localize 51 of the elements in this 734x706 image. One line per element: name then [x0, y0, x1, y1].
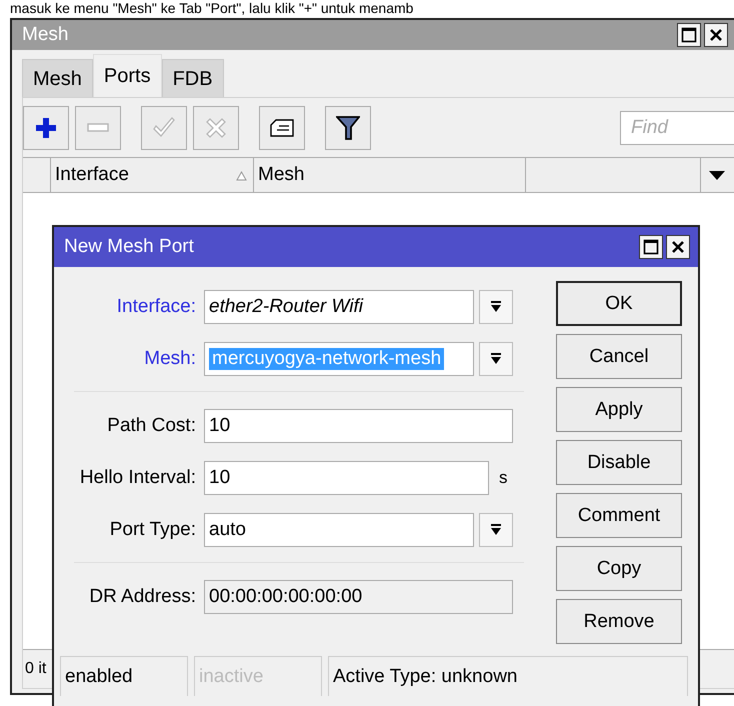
dropdown-button[interactable]	[479, 342, 513, 376]
dialog-title: New Mesh Port	[64, 236, 194, 258]
caret-icon	[709, 170, 725, 180]
field-label: DR Address:	[88, 586, 197, 608]
field-label: Hello Interval:	[78, 467, 197, 489]
note-icon	[269, 118, 295, 138]
filter-icon	[336, 115, 360, 141]
toolbar-button[interactable]	[259, 106, 305, 150]
field-label: Port Type:	[108, 519, 197, 541]
dialog-button[interactable]: Comment	[556, 493, 682, 538]
maximize-icon[interactable]	[677, 23, 701, 47]
x-mark-icon	[205, 117, 227, 139]
plus-icon	[34, 116, 58, 140]
dropdown-field[interactable]: auto	[204, 513, 474, 547]
check-icon	[152, 117, 176, 139]
field-label: Path Cost:	[106, 415, 197, 437]
arrow-down-icon	[489, 300, 503, 314]
dropdown-button[interactable]	[479, 290, 513, 324]
dialog-button[interactable]: OK	[556, 281, 682, 326]
maximize-icon[interactable]	[639, 235, 663, 259]
tab[interactable]: Mesh	[22, 59, 93, 97]
page-text: masuk ke menu "Mesh" ke Tab "Port", lalu klik "+" untuk menamb	[9, 0, 414, 18]
tab[interactable]: Ports	[92, 54, 162, 98]
find-field[interactable]: Find	[620, 111, 734, 145]
column-header[interactable]: Mesh	[254, 158, 526, 192]
close-icon[interactable]	[704, 23, 728, 47]
dropdown-button[interactable]	[479, 513, 513, 547]
arrow-down-icon	[489, 352, 503, 366]
input-field: 00:00:00:00:00:00	[204, 580, 513, 614]
minus-icon	[86, 122, 110, 134]
field-label: Interface:	[116, 296, 197, 318]
dialog-button[interactable]: Remove	[556, 599, 682, 644]
column-header[interactable]: Interface	[51, 158, 254, 192]
item-count: 0 it	[25, 660, 46, 678]
dialog-button[interactable]: Cancel	[556, 334, 682, 379]
input-field[interactable]: 10	[204, 461, 489, 495]
dialog-button[interactable]: Apply	[556, 387, 682, 432]
toolbar-button[interactable]	[23, 106, 69, 150]
window-title: Mesh	[22, 24, 68, 46]
tab[interactable]: FDB	[162, 59, 224, 97]
dialog-button[interactable]: Copy	[556, 546, 682, 591]
field-label: Mesh:	[143, 348, 197, 370]
unit-label: s	[499, 468, 508, 488]
dropdown-field[interactable]: ether2-Router Wifi	[204, 290, 474, 324]
toolbar-button[interactable]	[325, 106, 371, 150]
arrow-down-icon	[489, 523, 503, 537]
status-field: Active Type: unknown	[328, 656, 688, 696]
input-field[interactable]: 10	[204, 409, 513, 443]
status-field: enabled	[60, 656, 188, 696]
dialog-button[interactable]: Disable	[556, 440, 682, 485]
close-icon[interactable]	[666, 235, 690, 259]
